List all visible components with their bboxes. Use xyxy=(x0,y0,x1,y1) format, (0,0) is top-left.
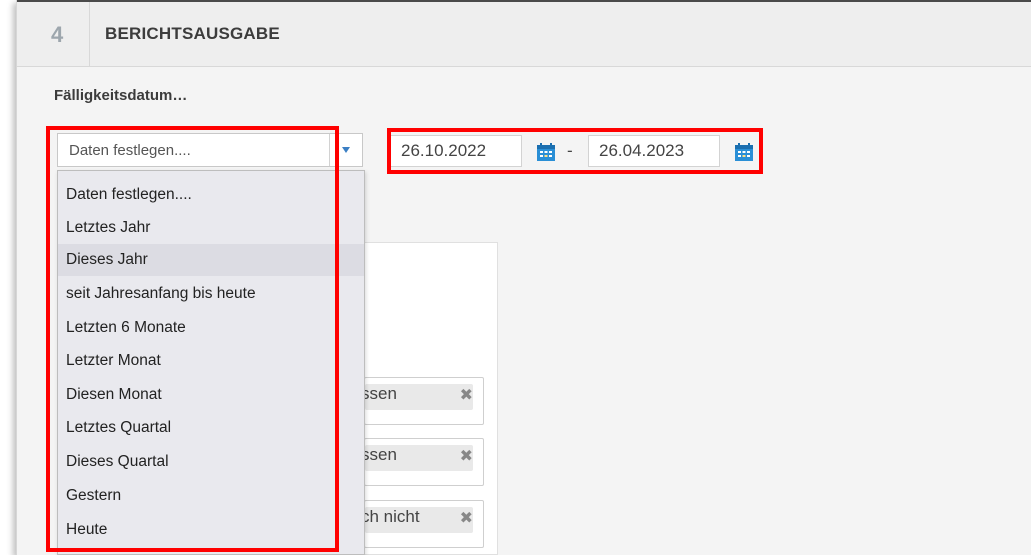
section-header: 4 BERICHTSAUSGABE xyxy=(17,2,1031,67)
tag-label: ch nicht xyxy=(361,507,420,526)
remove-tag-icon[interactable]: ✖ xyxy=(460,508,473,528)
chevron-down-icon xyxy=(342,147,350,153)
step-number: 4 xyxy=(51,22,64,47)
remove-tag-icon[interactable]: ✖ xyxy=(460,446,473,466)
filter-tag[interactable]: ssen ✖ xyxy=(361,438,484,486)
header-divider xyxy=(89,2,90,66)
filter-tag[interactable]: ssen ✖ xyxy=(361,377,484,425)
section-title: BERICHTSAUSGABE xyxy=(105,24,280,43)
tag-label: ssen xyxy=(361,384,397,403)
filter-tag[interactable]: ch nicht ✖ xyxy=(361,500,484,548)
due-date-label: Fälligkeitsdatum… xyxy=(54,87,188,104)
tag-label: ssen xyxy=(361,445,397,464)
highlight-box-dropdown xyxy=(46,126,339,552)
remove-tag-icon[interactable]: ✖ xyxy=(460,385,473,405)
highlight-box-date-range xyxy=(387,128,763,174)
